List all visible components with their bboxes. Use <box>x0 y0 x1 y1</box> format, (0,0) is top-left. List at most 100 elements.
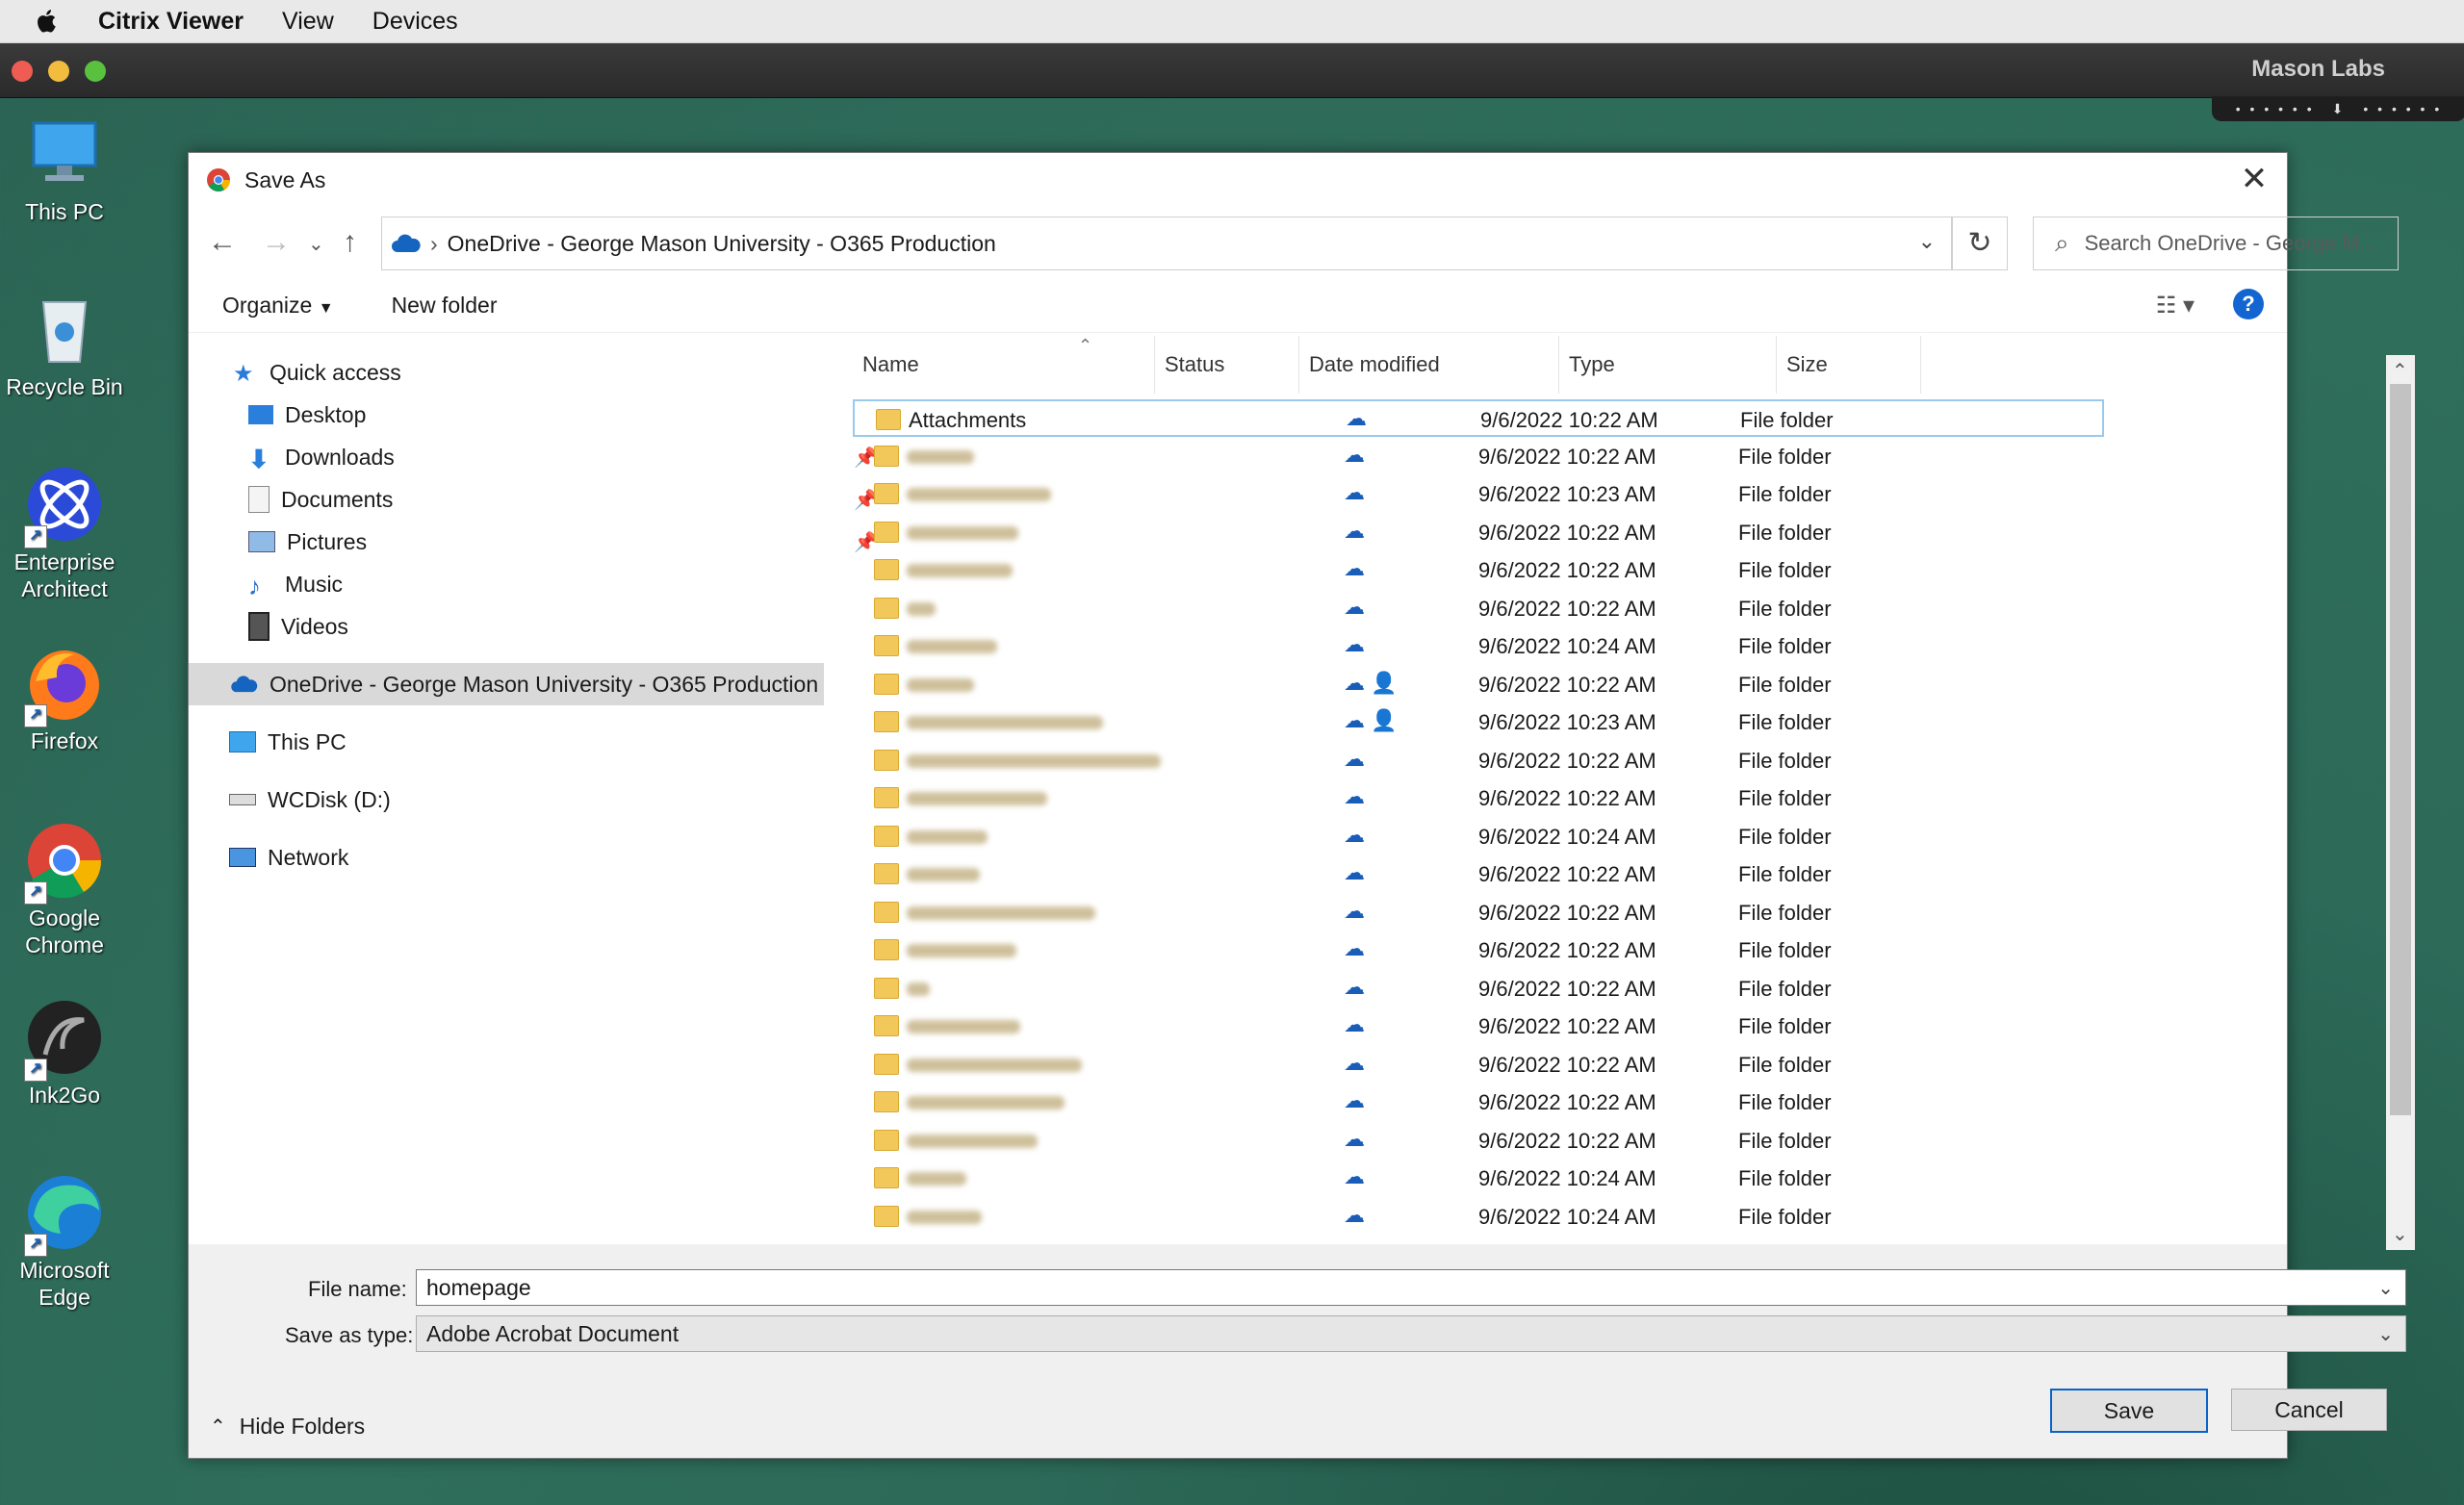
zoom-window-button[interactable] <box>85 61 106 82</box>
chevron-down-icon[interactable]: ⌄ <box>2377 1276 2394 1300</box>
file-date: 9/6/2022 10:23 AM <box>1478 710 1656 734</box>
file-name-label: File name: <box>308 1277 407 1301</box>
help-icon[interactable]: ? <box>2233 289 2264 319</box>
nav-desktop[interactable]: Desktop 📌 <box>189 394 884 436</box>
table-row[interactable]: ☁ 9/6/2022 10:24 AM File folder <box>853 818 2104 855</box>
minimize-window-button[interactable] <box>48 61 69 82</box>
refresh-icon[interactable]: ↻ <box>1952 217 2008 270</box>
table-row[interactable]: ☁ 9/6/2022 10:22 AM File folder <box>853 742 2104 779</box>
folder-icon <box>874 673 899 695</box>
save-button[interactable]: Save <box>2050 1389 2208 1433</box>
table-row[interactable]: ☁ 9/6/2022 10:22 AM File folder <box>853 1046 2104 1084</box>
table-row[interactable]: ☁ 9/6/2022 10:22 AM File folder <box>853 1084 2104 1121</box>
cancel-button[interactable]: Cancel <box>2231 1389 2387 1431</box>
table-row[interactable]: ☁ 9/6/2022 10:23 AM File folder <box>853 475 2104 513</box>
nav-label: Pictures <box>287 528 368 554</box>
blurred-file-name <box>907 829 988 844</box>
close-window-button[interactable] <box>12 61 33 82</box>
file-date: 9/6/2022 10:24 AM <box>1478 1166 1656 1190</box>
file-type: File folder <box>1738 1204 1832 1229</box>
close-icon[interactable]: ✕ <box>2237 163 2272 197</box>
menu-view[interactable]: View <box>282 8 334 36</box>
table-row[interactable]: ☁ 👤 9/6/2022 10:22 AM File folder <box>853 666 2104 703</box>
forward-arrow-icon[interactable]: → <box>262 226 291 259</box>
organize-button[interactable]: Organize ▼ <box>222 293 334 319</box>
shortcut-arrow-icon: ↗ <box>24 881 47 905</box>
file-date: 9/6/2022 10:22 AM <box>1478 596 1656 621</box>
table-row[interactable]: ☁ 9/6/2022 10:22 AM File folder <box>853 438 2104 475</box>
table-row[interactable]: ☁ 9/6/2022 10:22 AM File folder <box>853 590 2104 627</box>
desktop-icon-recycle-bin[interactable]: Recycle Bin <box>4 289 125 400</box>
file-date: 9/6/2022 10:22 AM <box>1478 1052 1656 1077</box>
hide-folders-button[interactable]: ⌃ Hide Folders <box>210 1414 365 1440</box>
onedrive-cloud-icon <box>392 234 421 252</box>
table-row[interactable]: ☁ 9/6/2022 10:22 AM File folder <box>853 1008 2104 1045</box>
column-header-date[interactable]: Date modified <box>1299 336 1559 394</box>
column-header-status[interactable]: Status <box>1155 336 1299 394</box>
nav-documents[interactable]: Documents 📌 <box>189 478 884 521</box>
desktop-icon-firefox[interactable]: ↗ Firefox <box>4 643 125 754</box>
table-row[interactable]: ☁ 9/6/2022 10:22 AM File folder <box>853 1122 2104 1160</box>
table-row[interactable]: Attachments ☁ 9/6/2022 10:22 AM File folder <box>853 399 2104 437</box>
table-row[interactable]: ☁ 👤 9/6/2022 10:23 AM File folder <box>853 703 2104 741</box>
table-row[interactable]: ☁ 9/6/2022 10:22 AM File folder <box>853 551 2104 589</box>
apple-icon[interactable] <box>33 7 62 36</box>
table-row[interactable]: ☁ 9/6/2022 10:24 AM File folder <box>853 627 2104 665</box>
nav-pictures[interactable]: Pictures 📌 <box>189 521 884 563</box>
citrix-toolbar-handle[interactable]: • • • • • • ⬇ • • • • • • <box>2212 96 2464 121</box>
new-folder-button[interactable]: New folder <box>392 293 498 319</box>
menu-devices[interactable]: Devices <box>372 8 458 36</box>
nav-onedrive[interactable]: OneDrive - George Mason University - O36… <box>189 663 824 705</box>
scroll-down-icon[interactable]: ⌄ <box>2392 1222 2408 1246</box>
desktop-icon-this-pc[interactable]: This PC <box>4 114 125 225</box>
table-row[interactable]: ☁ 9/6/2022 10:22 AM File folder <box>853 931 2104 969</box>
file-type: File folder <box>1738 824 1832 849</box>
chevron-down-icon[interactable]: ⌄ <box>2377 1322 2394 1346</box>
recent-chevron-down-icon[interactable]: ⌄ <box>308 232 324 256</box>
file-date: 9/6/2022 10:22 AM <box>1478 786 1656 810</box>
nav-quick-access[interactable]: ★ Quick access <box>189 351 868 394</box>
table-row[interactable]: ☁ 9/6/2022 10:24 AM File folder <box>853 1160 2104 1197</box>
column-header-type[interactable]: Type <box>1559 336 1777 394</box>
table-row[interactable]: ☁ 9/6/2022 10:22 AM File folder <box>853 514 2104 551</box>
desktop-icon-google-chrome[interactable]: ↗ Google Chrome <box>4 820 125 958</box>
column-header-name[interactable]: Name <box>853 336 1155 394</box>
nav-music[interactable]: ♪ Music <box>189 563 884 605</box>
column-header-size[interactable]: Size <box>1777 336 1921 394</box>
nav-this-pc[interactable]: This PC <box>189 721 864 763</box>
breadcrumb[interactable]: OneDrive - George Mason University - O36… <box>448 231 996 257</box>
back-arrow-icon[interactable]: ← <box>208 226 237 259</box>
blurred-file-name <box>907 982 930 996</box>
search-input[interactable]: ⌕ Search OneDrive - George M... <box>2033 217 2399 270</box>
desktop-icon-enterprise-architect[interactable]: ↗ Enterprise Architect <box>4 464 125 602</box>
table-row[interactable]: ☁ 9/6/2022 10:22 AM File folder <box>853 970 2104 1008</box>
save-type-value: Adobe Acrobat Document <box>426 1320 680 1346</box>
nav-downloads[interactable]: ⬇ Downloads 📌 <box>189 436 884 478</box>
desktop-icon-label: Google Chrome <box>25 906 104 957</box>
scroll-up-icon[interactable]: ⌃ <box>2392 359 2408 383</box>
view-options-icon[interactable]: ☷ ▾ <box>2156 292 2194 319</box>
blurred-file-name <box>907 868 980 881</box>
desktop-icon-microsoft-edge[interactable]: ↗ Microsoft Edge <box>4 1172 125 1311</box>
table-row[interactable]: ☁ 9/6/2022 10:22 AM File folder <box>853 894 2104 931</box>
vertical-scrollbar[interactable]: ⌃ ⌄ <box>2386 355 2415 1250</box>
cloud-status-icon: ☁ <box>1346 406 1367 430</box>
chevron-down-icon[interactable]: ⌄ <box>1918 229 1936 254</box>
app-name[interactable]: Citrix Viewer <box>98 8 244 36</box>
chrome-icon <box>207 168 230 192</box>
cloud-status-icon: ☁ <box>1344 784 1365 808</box>
cloud-status-icon: ☁ <box>1344 1088 1365 1112</box>
save-type-select[interactable]: Adobe Acrobat Document ⌄ <box>416 1315 2406 1352</box>
file-name-input[interactable]: homepage ⌄ <box>416 1269 2406 1306</box>
up-arrow-icon[interactable]: ↑ <box>343 226 357 259</box>
address-bar[interactable]: › OneDrive - George Mason University - O… <box>381 217 1952 270</box>
table-row[interactable]: ☁ 9/6/2022 10:24 AM File folder <box>853 1198 2104 1236</box>
file-type: File folder <box>1738 482 1832 506</box>
nav-videos[interactable]: Videos <box>189 605 884 648</box>
table-row[interactable]: ☁ 9/6/2022 10:22 AM File folder <box>853 855 2104 893</box>
nav-network[interactable]: Network <box>189 836 864 879</box>
desktop-icon-ink2go[interactable]: ↗ Ink2Go <box>4 997 125 1109</box>
table-row[interactable]: ☁ 9/6/2022 10:22 AM File folder <box>853 779 2104 817</box>
nav-wcdisk[interactable]: WCDisk (D:) <box>189 778 864 821</box>
scrollbar-thumb[interactable] <box>2390 384 2411 1115</box>
